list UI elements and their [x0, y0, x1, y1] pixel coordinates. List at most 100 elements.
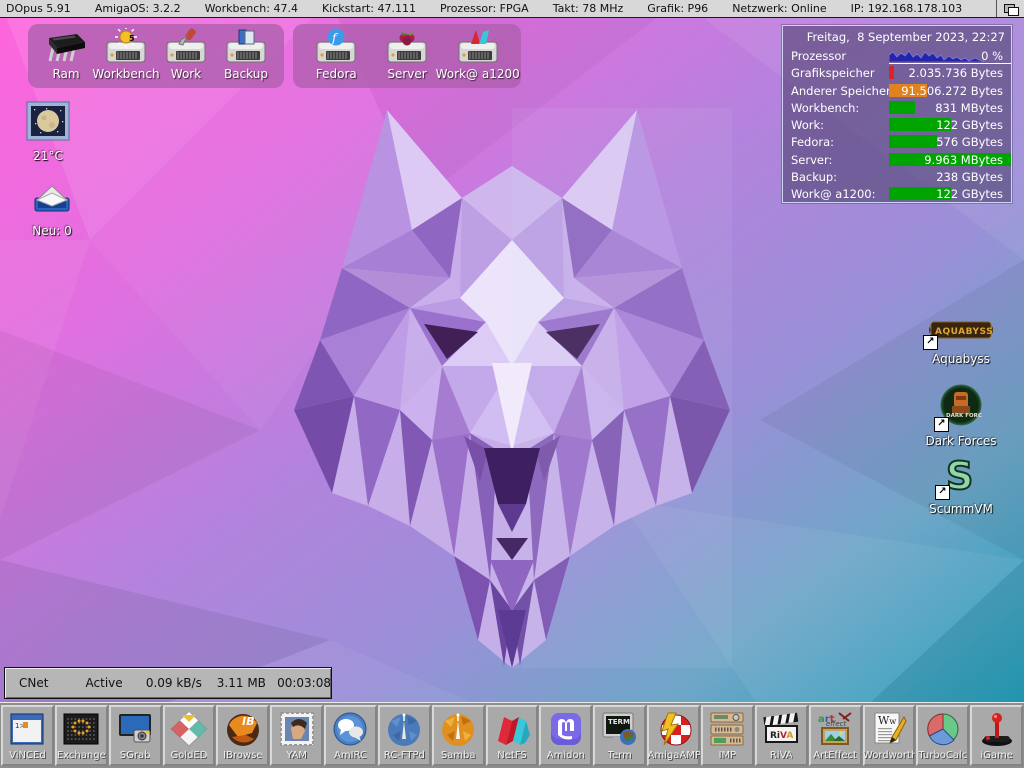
titlebar-info-item: IP: 192.168.178.103 [851, 2, 963, 15]
app-button-exchange[interactable]: Exchange [55, 705, 108, 766]
app-button-label: RC-FTPd [384, 750, 425, 761]
titlebar-info-item: DOpus 5.91 [6, 2, 71, 15]
app-button-imp[interactable]: IMP [701, 705, 754, 766]
dock-item-workbench[interactable]: 5Workbench [98, 28, 154, 81]
app-button-ibrowse[interactable]: IB IBrowse [216, 705, 269, 766]
monitor-row-value: 91.506.272 Bytes [901, 83, 1003, 99]
monitor-row-value: 238 GBytes [936, 169, 1003, 185]
desktop-icon-label: Aquabyss [932, 352, 990, 366]
monitor-row-value: 576 GBytes [936, 134, 1003, 150]
app-button-label: Term [608, 750, 632, 761]
screen-camera-icon [116, 709, 154, 749]
ram-chip-icon [43, 28, 89, 66]
monitor-row: Workbench: 831 MBytes [789, 100, 1005, 117]
svg-text:S: S [946, 456, 973, 494]
monitor-row-value: 831 MBytes [935, 100, 1003, 116]
depth-gadget[interactable] [996, 0, 1024, 17]
app-button-wordworth[interactable]: Ww Wordworth [863, 705, 916, 766]
app-button-vinced[interactable]: 1>ViNCEd [1, 705, 54, 766]
app-button-label: IMP [719, 750, 737, 761]
monitor-row: Work: 122 GBytes [789, 117, 1005, 134]
link-arrow-icon: ↗ [923, 335, 938, 350]
orange-globe-antenna-icon [439, 709, 477, 749]
dock-item-label: Workbench [92, 67, 159, 81]
app-button-igame[interactable]: iGame [970, 705, 1023, 766]
titlebar-info-item: Netzwerk: Online [732, 2, 826, 15]
desktop-icon-label: Neu: 0 [32, 224, 71, 238]
wolf-artwork [292, 108, 732, 668]
app-button-label: YAM [286, 750, 307, 761]
dock-item-work[interactable]: Work [158, 28, 214, 81]
app-button-amigaamp[interactable]: AmigaAMP [647, 705, 700, 766]
app-button-label: Amidon [547, 750, 585, 761]
svg-text:5: 5 [129, 34, 135, 43]
dock-item-label: Work@ a1200 [436, 67, 520, 81]
app-button-samba[interactable]: Samba [432, 705, 485, 766]
monitor-row-label: Server: [791, 152, 832, 168]
shortcut-aquabyss[interactable]: AQUABYSS↗ Aquabyss [925, 318, 997, 366]
cnet-name: CNet [19, 676, 86, 690]
dock-item-ram[interactable]: Ram [38, 28, 94, 81]
system-monitor-panel[interactable]: Freitag, 8 September 2023, 22:27 Prozess… [782, 25, 1012, 203]
monitor-row: Anderer Speicher 91.506.272 Bytes [789, 83, 1005, 100]
disk-books-icon [224, 28, 268, 66]
app-button-turbocalc[interactable]: TurboCalc [916, 705, 969, 766]
titlebar-info-item: Workbench: 47.4 [205, 2, 298, 15]
app-button-label: SGrab [120, 750, 151, 761]
app-button-label: GoldED [170, 750, 207, 761]
app-button-golded[interactable]: GoldED [163, 705, 216, 766]
app-button-netfs[interactable]: NetFS [486, 705, 539, 766]
disk-tool-icon [164, 28, 208, 66]
titlebar-info-item: AmigaOS: 3.2.2 [95, 2, 181, 15]
dock-item-work-a1200[interactable]: Work@ a1200 [444, 28, 511, 81]
app-button-arteffect[interactable]: art effect ArtEffect [809, 705, 862, 766]
svg-text:effect: effect [826, 720, 847, 728]
monitor-row: Grafikspeicher 2.035.736 Bytes [789, 65, 1005, 82]
weather-moon-icon-item[interactable]: 21°C [20, 101, 76, 163]
mail-icon-item[interactable]: Neu: 0 [24, 182, 80, 238]
app-button-label: IBrowse [223, 750, 262, 761]
cnet-total: 3.11 MB [217, 676, 277, 690]
monitor-row-label: Workbench: [791, 100, 859, 116]
dock-item-label: Backup [224, 67, 268, 81]
app-button-amidon[interactable]: Amidon [539, 705, 592, 766]
shortcut-scummvm[interactable]: S↗ScummVM [925, 456, 997, 516]
titlebar-info: DOpus 5.91AmigaOS: 3.2.2Workbench: 47.4K… [0, 2, 962, 15]
amiga-desktop: DOpus 5.91AmigaOS: 3.2.2Workbench: 47.4K… [0, 0, 1024, 768]
app-button-riva[interactable]: RiVARiVA [755, 705, 808, 766]
monitor-row-label: Prozessor [791, 48, 846, 64]
app-button-term[interactable]: TERM Term [593, 705, 646, 766]
disk-sun-icon: 5 [104, 28, 148, 66]
usage-bar [889, 135, 937, 148]
art-frame-icon: art effect [815, 709, 855, 749]
monitor-row-value: 0 % [981, 48, 1003, 64]
app-button-label: NetFS [497, 750, 526, 761]
dock-item-backup[interactable]: Backup [218, 28, 274, 81]
app-button-label: iGame [980, 750, 1013, 761]
cnet-status-window[interactable]: CNet Active 0.09 kB/s 3.11 MB 00:03:08 [4, 667, 332, 699]
desktop-icon-label: Dark Forces [925, 434, 996, 448]
boing-ball-bolt-icon [654, 709, 694, 749]
app-button-yam[interactable]: YAM [270, 705, 323, 766]
disk-fedora-icon: f [314, 28, 358, 66]
scummvm-icon: S↗ [941, 456, 981, 498]
dark-forces-icon: DARK FORCES↗ [940, 384, 982, 430]
network-drive-dock: fFedora Server Work@ a1200 [293, 24, 521, 88]
monitor-date-header: Freitag, 8 September 2023, 22:27 [789, 29, 1005, 48]
dock-item-server[interactable]: Server [374, 28, 441, 81]
app-button-label: TurboCalc [918, 750, 967, 761]
app-button-label: RiVA [770, 750, 793, 761]
app-button-rc-ftpd[interactable]: RC-FTPd [378, 705, 431, 766]
desktop-icon-label: 21°C [33, 149, 63, 163]
svg-text:IB: IB [242, 715, 254, 728]
dock-item-fedora[interactable]: fFedora [303, 28, 370, 81]
ww-pen-icon: Ww [870, 709, 908, 749]
shortcut-dark-forces[interactable]: DARK FORCES↗ Dark Forces [925, 384, 997, 448]
app-button-amirc[interactable]: AmIRC [324, 705, 377, 766]
app-button-sgrab[interactable]: SGrab [109, 705, 162, 766]
aquabyss-banner-icon: AQUABYSS↗ [929, 318, 993, 348]
pie-chart-icon [924, 709, 962, 749]
led-grid-icon [62, 709, 100, 749]
app-button-label: Exchange [57, 750, 106, 761]
monitor-row-value: 9.963 MBytes [924, 152, 1003, 168]
